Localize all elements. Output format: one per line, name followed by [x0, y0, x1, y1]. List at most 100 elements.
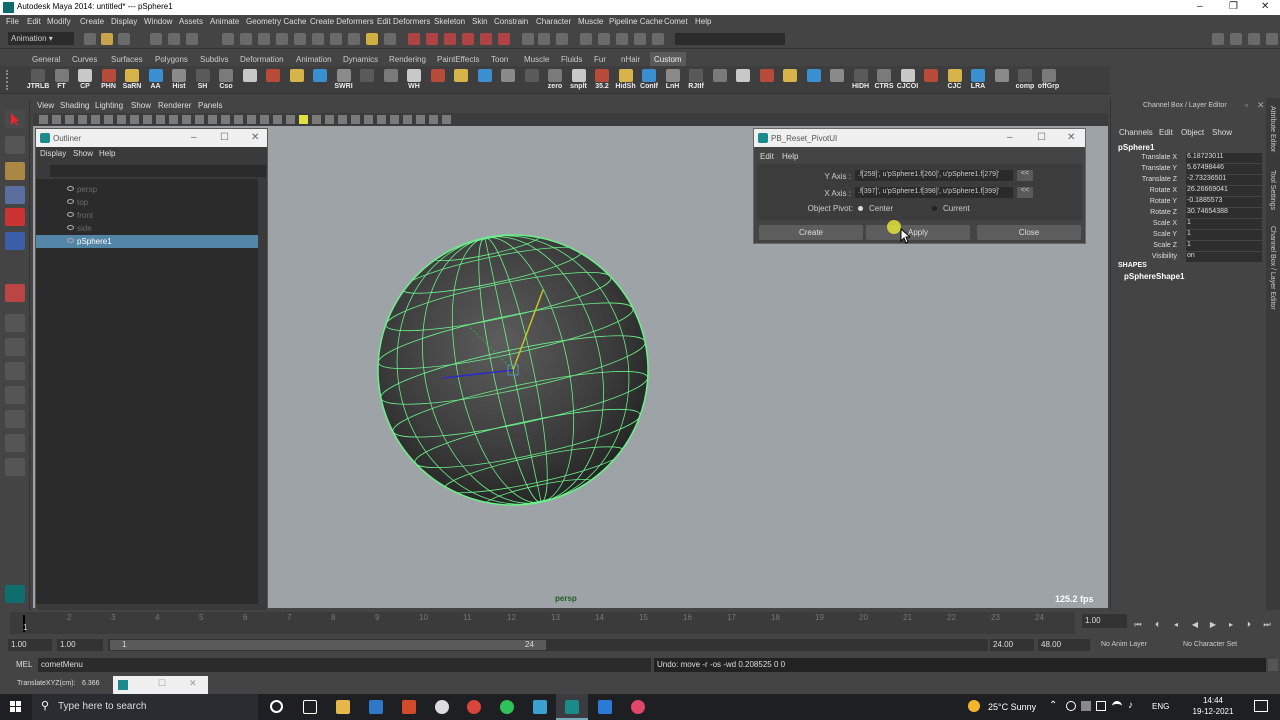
snap-point-icon[interactable] — [258, 33, 270, 45]
step-back-frame-icon[interactable]: ◂ — [1171, 620, 1181, 629]
sphere-mesh[interactable] — [373, 230, 653, 510]
viewport-tool-icon[interactable] — [390, 115, 399, 124]
select-component-icon[interactable] — [186, 33, 198, 45]
shelf-tab-muscle[interactable]: Muscle — [520, 52, 553, 66]
channel-box-toggle-icon[interactable] — [556, 33, 568, 45]
menu-assets[interactable]: Assets — [179, 17, 203, 26]
time-ruler[interactable]: 1 2 3 4 5 6 7 8 9 10 11 12 13 14 15 16 1… — [10, 612, 1075, 634]
shelf-button[interactable] — [733, 68, 753, 92]
viewport-tool-icon[interactable] — [299, 115, 308, 124]
script-editor-icon[interactable] — [1268, 659, 1278, 671]
x-axis-field[interactable]: .f[397]', u'pSphere1.f[398]', u'pSphere1… — [855, 187, 1013, 198]
viewport-menu-show[interactable]: Show — [131, 101, 151, 110]
vscode-icon[interactable] — [598, 700, 612, 714]
outliner-filter-input[interactable] — [50, 165, 266, 177]
shelf-button[interactable]: JTRLB — [27, 68, 49, 92]
ipr-render-icon[interactable] — [426, 33, 438, 45]
menu-geometry-cache[interactable]: Geometry Cache — [246, 17, 306, 26]
viewport-tool-icon[interactable] — [338, 115, 347, 124]
outliner-menu-help[interactable]: Help — [99, 149, 115, 158]
viewport-tool-icon[interactable] — [143, 115, 152, 124]
menu-comet[interactable]: Comet — [664, 17, 688, 26]
menu-file[interactable]: File — [6, 17, 19, 26]
channel-menu-edit[interactable]: Edit — [1159, 128, 1173, 137]
shelf-button[interactable] — [498, 68, 518, 92]
menu-pipeline-cache[interactable]: Pipeline Cache — [609, 17, 663, 26]
mail-icon[interactable] — [369, 700, 383, 714]
hypershade-icon[interactable] — [462, 33, 474, 45]
viewport-tool-icon[interactable] — [260, 115, 269, 124]
shelf-button[interactable]: HidSh — [615, 68, 636, 92]
outliner-menu-show[interactable]: Show — [73, 149, 93, 158]
layout-view-icon[interactable] — [5, 434, 25, 452]
uv-editor-icon[interactable] — [580, 33, 592, 45]
attribute-editor-toggle-icon[interactable] — [1230, 33, 1242, 45]
channel-object-name[interactable]: pSphere1 — [1118, 143, 1154, 152]
menu-animate[interactable]: Animate — [210, 17, 239, 26]
step-forward-frame-icon[interactable]: ▸ — [1226, 620, 1236, 629]
sidebar-icon[interactable] — [652, 33, 664, 45]
shelf-tab-fur[interactable]: Fur — [590, 52, 610, 66]
create-button[interactable]: Create — [759, 225, 863, 240]
pb-dialog-minimize-icon[interactable]: – — [1007, 132, 1013, 143]
shelf-button[interactable] — [428, 68, 448, 92]
go-to-start-icon[interactable]: ⏮ — [1133, 620, 1143, 629]
y-axis-field[interactable]: .f[259]', u'pSphere1.f[260]', u'pSphere1… — [855, 170, 1013, 181]
shelf-button[interactable]: FT — [52, 68, 72, 92]
windows-start-icon[interactable] — [10, 701, 22, 713]
attr-value-visibility[interactable]: on — [1186, 252, 1262, 262]
quick-select-input[interactable] — [675, 33, 785, 45]
close-button[interactable]: Close — [977, 225, 1081, 240]
shelf-tab-deformation[interactable]: Deformation — [236, 52, 288, 66]
shelf-tab-animation[interactable]: Animation — [292, 52, 336, 66]
viewport-menu-lighting[interactable]: Lighting — [95, 101, 123, 110]
minimize-icon[interactable]: – — [1197, 1, 1203, 12]
menu-modify[interactable]: Modify — [47, 17, 71, 26]
menu-skeleton[interactable]: Skeleton — [434, 17, 465, 26]
channel-box-tab[interactable]: Channel Box / Layer Editor — [1269, 226, 1276, 310]
shelf-button[interactable]: CJC — [945, 68, 965, 92]
viewport-tool-icon[interactable] — [156, 115, 165, 124]
battery-icon[interactable] — [1096, 701, 1106, 711]
shelf-tab-surfaces[interactable]: Surfaces — [107, 52, 147, 66]
file-explorer-icon[interactable] — [336, 700, 350, 714]
outliner-item-front[interactable]: front — [36, 209, 258, 222]
menu-edit-deformers[interactable]: Edit Deformers — [377, 17, 430, 26]
viewport-tool-icon[interactable] — [91, 115, 100, 124]
shelf-button[interactable]: AA — [146, 68, 166, 92]
outliner-item-persp[interactable]: persp — [36, 183, 258, 196]
play-backwards-icon[interactable]: ◀ — [1190, 620, 1200, 629]
outliner-menu-display[interactable]: Display — [40, 149, 66, 158]
menu-character[interactable]: Character — [536, 17, 571, 26]
last-tool-icon[interactable] — [5, 284, 25, 302]
viewport-tool-icon[interactable] — [78, 115, 87, 124]
shelf-button[interactable] — [804, 68, 824, 92]
shelf-button[interactable] — [310, 68, 330, 92]
snap-view-icon[interactable] — [312, 33, 324, 45]
menu-constrain[interactable]: Constrain — [494, 17, 528, 26]
play-forwards-icon[interactable]: ▶ — [1208, 620, 1218, 629]
rotate-tool-icon[interactable] — [5, 208, 25, 226]
lock-icon[interactable] — [366, 33, 378, 45]
close-icon[interactable]: ✕ — [1261, 1, 1269, 12]
x-axis-load-button[interactable]: << — [1017, 187, 1033, 198]
restore-icon[interactable]: ☐ — [158, 678, 166, 689]
shelf-tab-nhair[interactable]: nHair — [617, 52, 644, 66]
outliner-item-psphere1[interactable]: pSphere1 — [36, 235, 258, 248]
viewport-tool-icon[interactable] — [429, 115, 438, 124]
channel-menu-show[interactable]: Show — [1212, 128, 1232, 137]
shelf-button[interactable]: snplt — [569, 68, 589, 92]
shelf-button[interactable] — [475, 68, 495, 92]
shelf-button[interactable]: LRA — [968, 68, 988, 92]
attribute-icon[interactable] — [616, 33, 628, 45]
script-language-toggle[interactable]: MEL — [16, 660, 32, 669]
outliner-item-side[interactable]: side — [36, 222, 258, 235]
shelf-button[interactable]: zero — [545, 68, 565, 92]
shelf-button[interactable] — [287, 68, 307, 92]
viewport-menu-renderer[interactable]: Renderer — [158, 101, 191, 110]
shelf-tab-toon[interactable]: Toon — [487, 52, 512, 66]
viewport-tool-icon[interactable] — [39, 115, 48, 124]
tray-drive-icon[interactable] — [1081, 701, 1091, 711]
viewport-tool-icon[interactable] — [247, 115, 256, 124]
outliner-scrollbar[interactable] — [258, 179, 267, 604]
